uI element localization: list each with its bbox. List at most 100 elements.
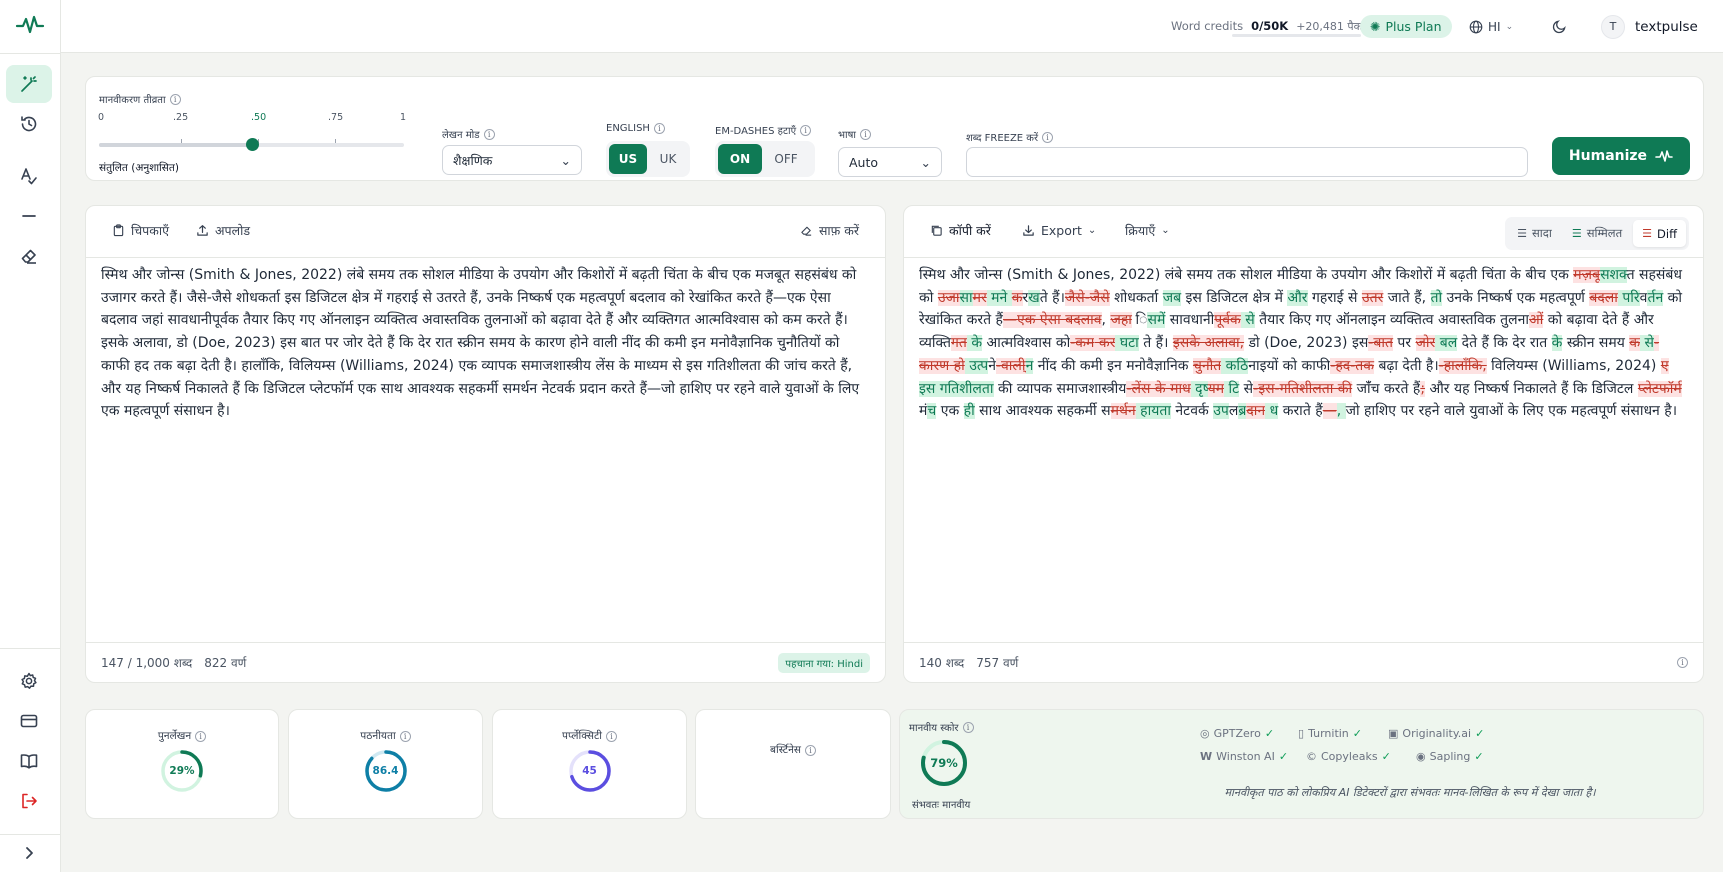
metric-label: पठनीयता: [360, 730, 396, 742]
view-merged-label: सम्मिलत: [1586, 226, 1623, 240]
diff-insertion: परि: [1617, 289, 1640, 306]
language-label-row: भाषा i: [838, 127, 871, 141]
plan-label: Plus Plan: [1385, 19, 1442, 34]
history-icon: [21, 116, 37, 132]
chevron-down-icon: ⌄: [1161, 224, 1170, 236]
diff-deletion: ए: [1660, 357, 1669, 374]
diff-deletion: हो: [949, 357, 965, 374]
english-us-option[interactable]: US: [609, 144, 647, 174]
diff-insertion: जब: [1162, 289, 1182, 306]
view-diff-label: Diff: [1657, 226, 1677, 241]
diff-text-segment: इस डिजिटल क्षेत्र में: [1181, 289, 1288, 306]
sidebar-item-spellcheck[interactable]: [6, 157, 52, 195]
diff-deletion: —: [1322, 403, 1337, 420]
intensity-ticks: 0 .25 .50 .75 1: [98, 112, 406, 123]
username: textpulse: [1635, 18, 1698, 35]
originality-icon: ▣: [1388, 727, 1399, 740]
slider-thumb[interactable]: [245, 138, 259, 151]
paste-button[interactable]: चिपकाएँ: [112, 206, 169, 254]
diff-text-segment: नेटवर्क: [1170, 403, 1214, 420]
freeze-words-input[interactable]: [966, 147, 1528, 177]
diff-insertion: इस गतिशीलता: [919, 380, 994, 397]
language-switcher[interactable]: HI ⌄: [1469, 0, 1513, 53]
intensity-slider[interactable]: [99, 138, 404, 151]
diff-insertion: टि: [1224, 380, 1240, 397]
chevron-down-icon: ⌄: [920, 154, 931, 170]
globe-icon: [1469, 20, 1483, 33]
view-diff-tab[interactable]: ☰ Diff: [1633, 220, 1686, 247]
readability-ring: 86.4: [364, 749, 408, 793]
info-icon[interactable]: i: [1677, 657, 1688, 668]
diff-text-segment: तैयार किए गए ऑनलाइन व्यक्तित्व अवास्तविक…: [1254, 312, 1529, 329]
sidebar-item-eraser[interactable]: [6, 237, 52, 275]
plan-badge[interactable]: ✺ Plus Plan: [1360, 15, 1452, 38]
theme-toggle[interactable]: [1552, 0, 1567, 53]
sidebar-item-remove[interactable]: [6, 197, 52, 235]
user-menu[interactable]: T textpulse: [1601, 0, 1698, 53]
metric-burstiness: बर्स्टिनेस i: [695, 709, 891, 819]
diff-insertion: हायता: [1135, 403, 1171, 420]
sidebar-item-docs[interactable]: [6, 742, 52, 780]
mode-label-row: लेखन मोड i: [442, 127, 495, 141]
english-uk-option[interactable]: UK: [649, 144, 687, 174]
info-icon: i: [195, 730, 207, 742]
copy-button[interactable]: कॉपी करें: [930, 206, 991, 254]
diff-text-segment: व्यापक समाजशास्त्रीय: [1012, 380, 1127, 397]
check-icon: ✓: [1278, 750, 1289, 763]
diff-text-segment: क: [993, 380, 1013, 397]
diff-text-segment: स्क्रीन समय: [1562, 335, 1630, 352]
detector-name: Sapling: [1429, 750, 1471, 763]
export-button[interactable]: Export ⌄: [1022, 206, 1096, 254]
view-merged-tab[interactable]: ☰ सम्मिलत: [1563, 220, 1631, 247]
spellcheck-icon: [21, 168, 37, 185]
humanize-button[interactable]: Humanize: [1552, 137, 1690, 175]
sidebar-item-billing[interactable]: [6, 702, 52, 740]
language-select[interactable]: Auto ⌄: [838, 147, 942, 177]
detected-language-badge: पहचाना गया: Hindi: [778, 652, 870, 673]
sidebar-expand-button[interactable]: [6, 836, 52, 870]
word-credits: Word credits 0/50K +20,481 पैक: [1171, 0, 1362, 53]
english-label-row: ENGLISH i: [606, 123, 665, 134]
diff-text-segment: गहराई से: [1307, 289, 1362, 306]
clear-button[interactable]: साफ़ करें: [800, 206, 859, 254]
diff-deletion: रदान: [1246, 403, 1266, 420]
emdash-on-option[interactable]: ON: [718, 144, 762, 174]
sidebar-item-logout[interactable]: [6, 782, 52, 820]
detector-copyleaks: © Copyleaks ✓: [1306, 750, 1391, 763]
gear-icon: [21, 672, 37, 689]
pulse-logo-icon[interactable]: [15, 13, 45, 37]
actions-button[interactable]: क्रियाएँ ⌄: [1125, 206, 1170, 254]
detector-sapling: ◉ Sapling ✓: [1416, 750, 1484, 763]
pulse-icon: [1655, 150, 1673, 162]
diff-deletion: जोर: [1415, 335, 1436, 352]
input-text[interactable]: स्मिथ और जोन्स (Smith & Jones, 2022) लंब…: [101, 264, 871, 423]
diff-deletion: मर: [972, 289, 987, 306]
detector-name: Winston AI: [1216, 750, 1275, 763]
language-label: HI: [1488, 19, 1501, 34]
diff-text-segment: नींद की कमी इन मनोवैज्ञानिक: [1033, 357, 1193, 374]
emdash-off-option[interactable]: OFF: [764, 144, 808, 174]
upload-button[interactable]: अपलोड: [196, 206, 250, 254]
diff-text-segment: ल: [1228, 403, 1239, 420]
eraser-icon: [21, 249, 36, 264]
rewrite-value: 29%: [169, 765, 195, 777]
diff-text-segment: डो (Doe, 2023) इस: [1244, 335, 1369, 352]
sidebar-item-settings[interactable]: [6, 662, 52, 700]
diff-insertion: के: [1551, 335, 1563, 352]
output-footer: 140 शब्द 757 वर्ण i: [904, 642, 1703, 682]
settings-card: मानवीकरण तीव्रता i 0 .25 .50 .75 1 संतुलि…: [85, 76, 1704, 181]
language-field-label: भाषा: [838, 130, 856, 141]
view-plain-tab[interactable]: ☰ सादा: [1508, 220, 1561, 247]
diff-text-segment: एक: [936, 403, 964, 420]
intensity-label-row: मानवीकरण तीव्रता i: [99, 92, 181, 106]
output-diff-text[interactable]: स्मिथ और जोन्स (Smith & Jones, 2022) लंब…: [919, 264, 1689, 423]
detector-originality: ▣ Originality.ai ✓: [1388, 727, 1484, 740]
sidebar-item-history[interactable]: [6, 105, 52, 143]
diff-deletion: जैसे-जैसे: [1064, 289, 1110, 306]
detector-note: मानवीकृत पाठ को लोकप्रिय AI डिटेक्टरों द…: [1224, 786, 1596, 799]
writing-mode-select[interactable]: शैक्षणिक ⌄: [442, 145, 582, 175]
sidebar-item-humanize[interactable]: [6, 65, 52, 103]
diff-deletion: बदला: [1589, 289, 1618, 306]
perplexity-ring: 45: [568, 749, 612, 793]
diff-text-segment: ं सावधानी: [1165, 312, 1215, 329]
